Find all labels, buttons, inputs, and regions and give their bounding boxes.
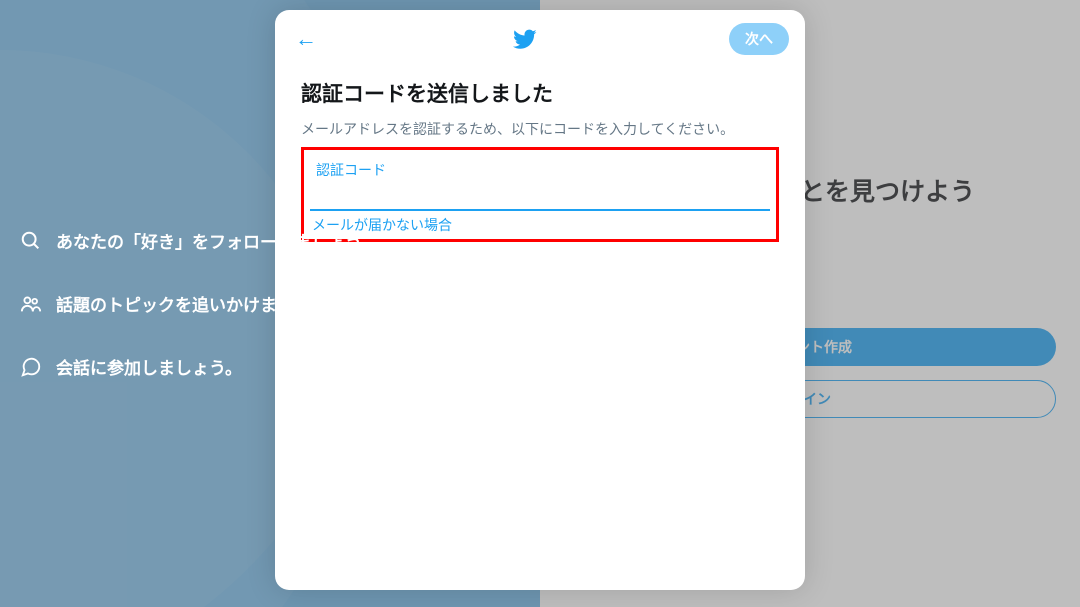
people-icon [20,293,42,315]
twitter-bird-icon [513,27,537,51]
code-input-label: 認証コード [316,160,764,180]
modal-title: 認証コードを送信しました [301,78,779,108]
back-arrow-icon[interactable]: ← [291,26,321,52]
modal-header: ← 次へ [291,24,789,54]
modal-desc: メールアドレスを認証するため、以下にコードを入力してください。 [301,120,779,141]
feature-follow-text: あなたの「好き」をフォローしましょう。 [56,228,378,253]
feature-chat-text: 会話に参加しましょう。 [56,354,242,379]
modal-body: 認証コードを送信しました メールアドレスを認証するため、以下にコードを入力してく… [291,54,789,242]
code-input[interactable] [316,180,764,203]
next-button[interactable]: 次へ [729,23,789,55]
search-icon [20,230,42,252]
feature-chat: 会話に参加しましょう。 [20,354,540,379]
feature-topics-text: 話題のトピックを追いかけましょう。 [56,291,344,316]
feature-topics: 話題のトピックを追いかけましょう。 [20,291,540,316]
code-input-wrap[interactable]: 認証コード [310,156,770,211]
chat-icon [20,356,42,378]
feature-follow: あなたの「好き」をフォローしましょう。 [20,228,540,253]
